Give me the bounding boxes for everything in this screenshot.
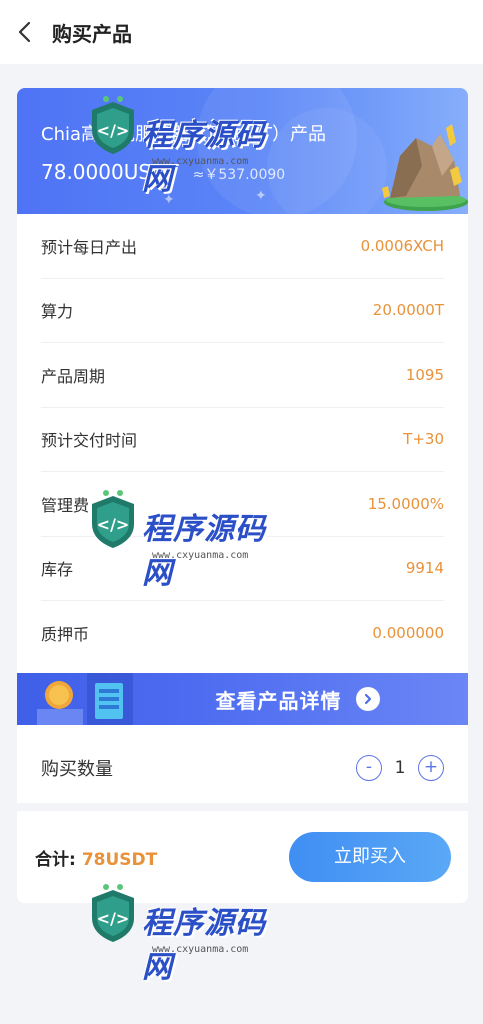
watermark: </> 程序源码网 www.cxyuanma.com — [86, 94, 296, 197]
info-label: 算力 — [41, 302, 74, 322]
view-details-label: 查看产品详情 — [215, 688, 342, 713]
info-row-pledge-coin: 质押币 0.000000 — [41, 601, 444, 666]
info-row-hashrate: 算力 20.0000T — [41, 279, 444, 343]
watermark: </> 程序源码网 www.cxyuanma.com — [86, 488, 296, 591]
decrement-button[interactable]: - — [356, 755, 382, 781]
total-summary: 合计: 78USDT — [35, 845, 157, 870]
divider — [17, 803, 468, 811]
info-value: 9914 — [405, 559, 444, 578]
info-value: 20.0000T — [372, 301, 444, 320]
svg-text:</>: </> — [97, 909, 130, 928]
view-details-button[interactable]: 查看产品详情 — [17, 673, 468, 725]
increment-button[interactable]: + — [418, 755, 444, 781]
product-info-list: 预计每日产出 0.0006XCH 算力 20.0000T 产品周期 1095 预… — [17, 214, 468, 666]
buy-now-button[interactable]: 立即买入 — [289, 832, 451, 882]
chevron-right-icon — [355, 687, 380, 711]
info-value: T+30 — [403, 430, 444, 449]
info-row-period: 产品周期 1095 — [41, 343, 444, 408]
coin-server-illustration — [37, 673, 133, 725]
info-row-daily-output: 预计每日产出 0.0006XCH — [41, 214, 444, 279]
watermark-logo-icon: </> — [92, 490, 134, 548]
info-label: 预计每日产出 — [41, 237, 138, 257]
watermark-text: 程序源码网 — [142, 118, 266, 197]
quantity-label: 购买数量 — [41, 759, 113, 780]
svg-text:</>: </> — [97, 515, 130, 534]
watermark-url: www.cxyuanma.com — [152, 156, 249, 167]
info-row-delivery-time: 预计交付时间 T+30 — [41, 408, 444, 472]
svg-text:</>: </> — [97, 121, 130, 140]
watermark-url: www.cxyuanma.com — [152, 944, 249, 955]
info-label: 管理费 — [41, 495, 90, 515]
watermark-text: 程序源码网 — [142, 906, 266, 985]
mining-rock-illustration — [382, 124, 468, 211]
info-label: 产品周期 — [41, 366, 106, 386]
back-button[interactable] — [0, 0, 50, 64]
total-value: 78USDT — [81, 849, 158, 870]
info-value: 15.0000% — [367, 494, 444, 513]
top-bar: 购买产品 — [0, 0, 483, 64]
watermark-text: 程序源码网 — [142, 512, 266, 591]
total-label: 合计: — [35, 849, 76, 870]
info-label: 预计交付时间 — [41, 431, 138, 451]
watermark-url: www.cxyuanma.com — [152, 550, 249, 561]
info-value: 0.0006XCH — [360, 236, 444, 255]
chevron-left-icon — [18, 21, 31, 43]
page-title: 购买产品 — [52, 21, 132, 46]
watermark: </> 程序源码网 www.cxyuanma.com — [86, 882, 296, 985]
quantity-row: 购买数量 - 1 + — [17, 733, 468, 803]
info-label: 库存 — [41, 560, 74, 580]
watermark-logo-icon: </> — [92, 884, 134, 942]
info-value: 0.000000 — [372, 624, 444, 643]
info-label: 质押币 — [41, 625, 90, 645]
quantity-stepper: - 1 + — [356, 755, 444, 781]
watermark-logo-icon: </> — [92, 96, 134, 154]
quantity-value[interactable]: 1 — [382, 758, 418, 778]
info-value: 1095 — [405, 365, 444, 384]
